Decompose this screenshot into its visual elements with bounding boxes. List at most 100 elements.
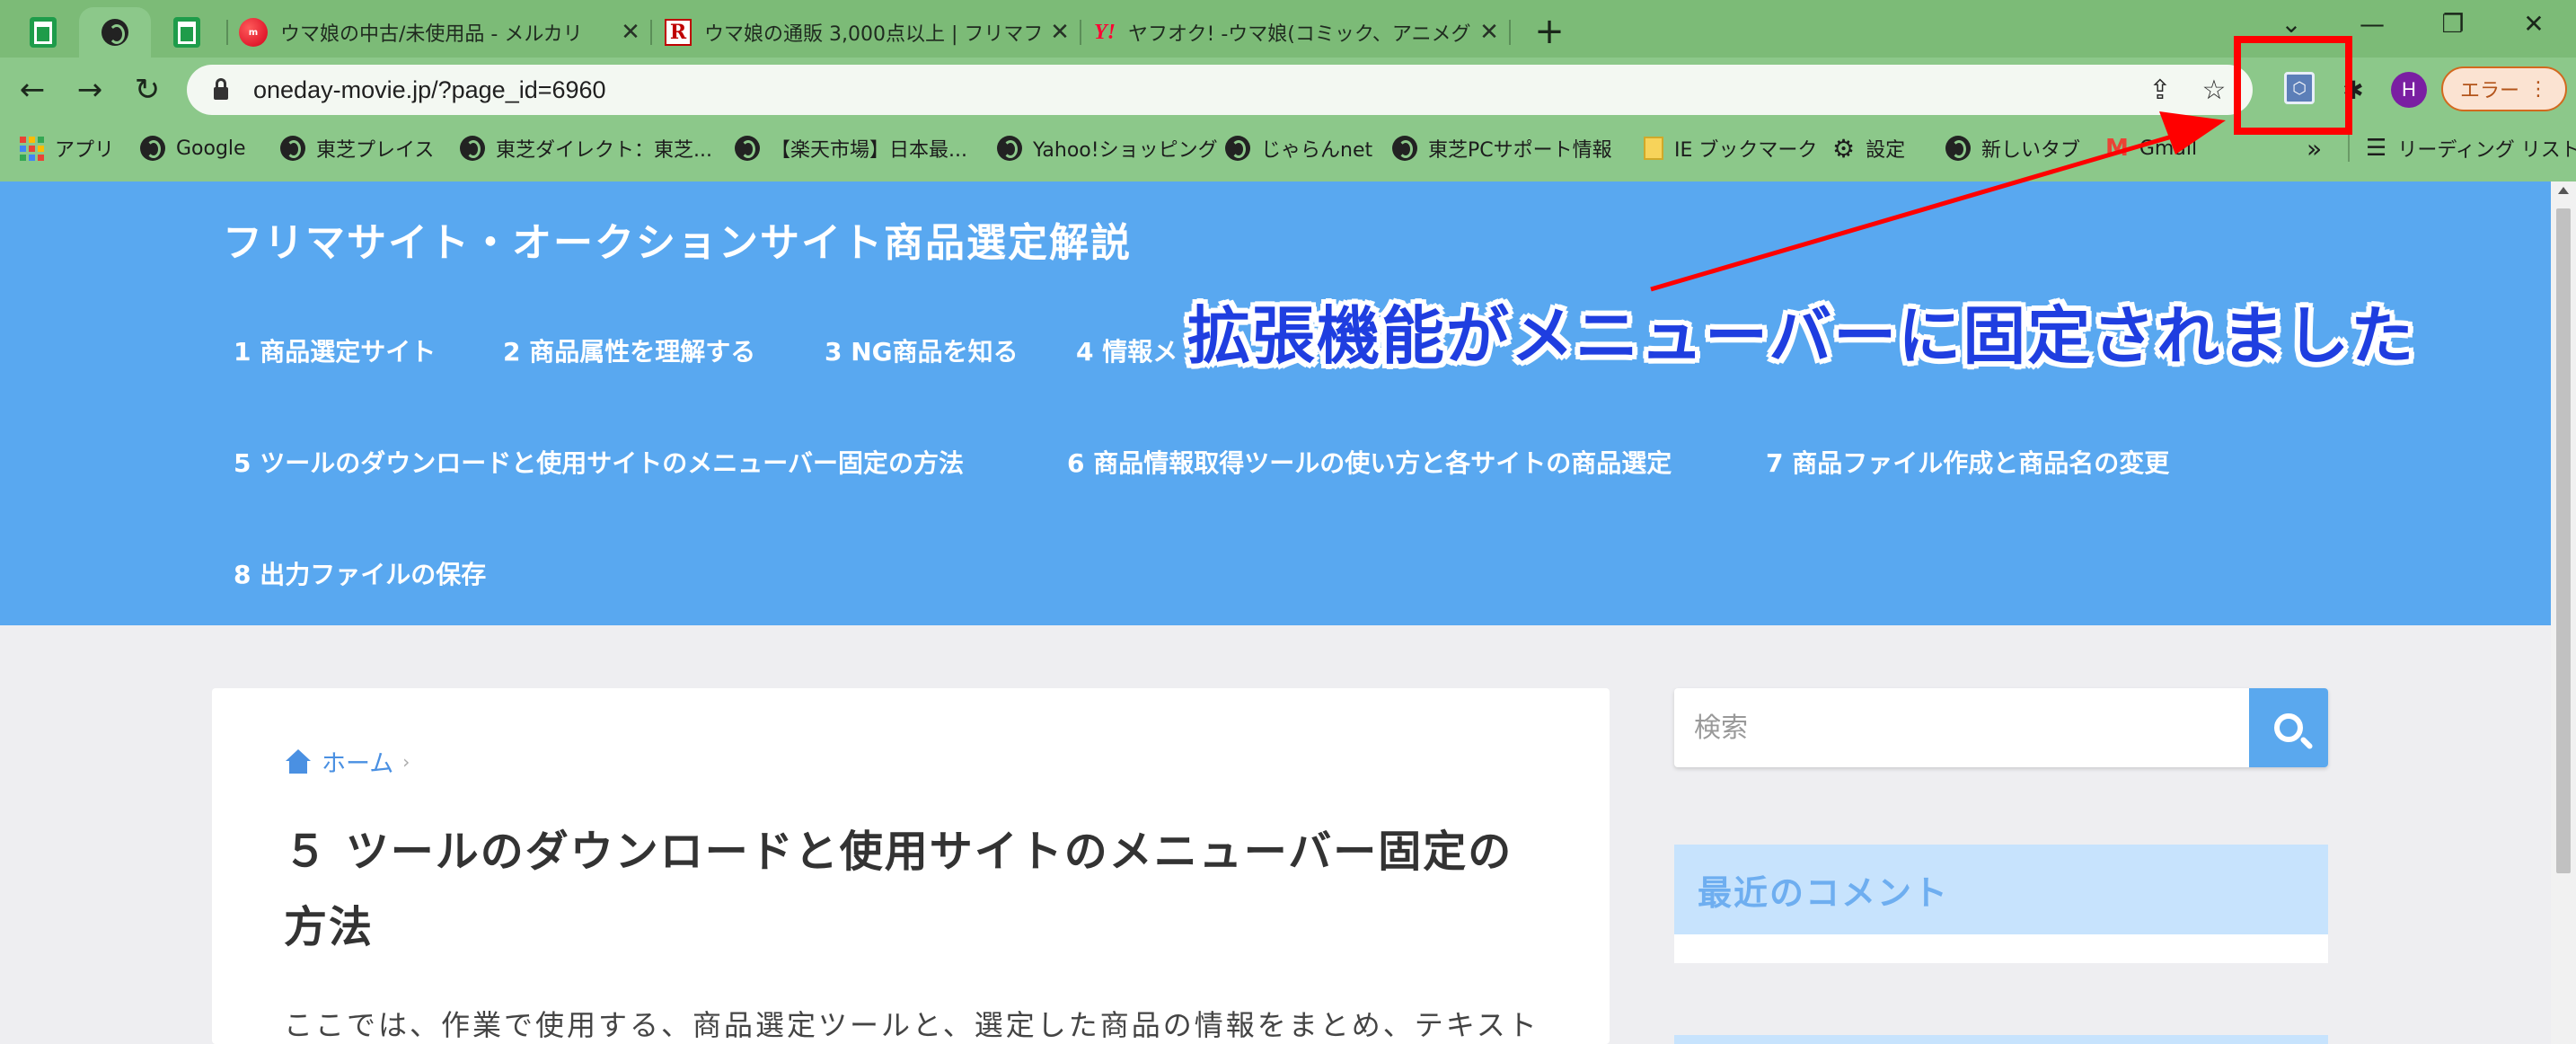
forward-button[interactable]: → — [66, 66, 113, 113]
bookmark-ie-folder[interactable]: IE ブックマーク — [1644, 122, 1817, 174]
bookmark-rakuten[interactable]: 【楽天市場】日本最... — [735, 122, 967, 174]
close-icon[interactable]: ✕ — [613, 19, 648, 46]
globe-icon — [460, 136, 485, 161]
bookmark-label: Google — [176, 137, 246, 160]
menu-item-8[interactable]: 8 出力ファイルの保存 — [234, 555, 486, 591]
menu-item-5[interactable]: 5 ツールのダウンロードと使用サイトのメニューバー固定の方法 — [234, 444, 964, 480]
bookmark-label: 東芝ダイレクト：東芝... — [496, 139, 712, 162]
bookmark-toshiba-place[interactable]: 東芝プレイス — [280, 122, 434, 174]
address-bar[interactable]: oneday-movie.jp/?page_id=6960 ⇪ ☆ — [187, 65, 2253, 115]
highlight-box — [2234, 36, 2352, 135]
error-button[interactable]: エラー ⋮ — [2441, 66, 2567, 111]
search-button[interactable] — [2249, 688, 2328, 767]
page-title: ５ ツールのダウンロードと使用サイトのメニューバー固定の方法 — [284, 827, 1513, 952]
tab-separator — [1509, 20, 1511, 45]
scrollbar-thumb[interactable] — [2556, 208, 2571, 873]
bookmark-label: 東芝PCサポート情報 — [1428, 139, 1612, 162]
breadcrumb-home-link[interactable]: ホーム — [322, 744, 393, 779]
profile-avatar[interactable]: H — [2391, 72, 2427, 108]
site-title[interactable]: フリマサイト・オークションサイト商品選定解説 — [223, 210, 1132, 268]
tab-rakuten[interactable]: R ウマ娘の通販 3,000点以上 | フリマフ ✕ — [665, 7, 1078, 58]
gear-icon: ⚙ — [1832, 133, 1856, 164]
globe-icon — [140, 136, 165, 161]
globe-icon — [1945, 136, 1971, 161]
bookmark-label: 東芝プレイス — [316, 139, 435, 162]
article-card: ホーム › ５ ツールのダウンロードと使用サイトのメニューバー固定の方法 ここで… — [212, 688, 1610, 1044]
globe-icon — [997, 136, 1022, 161]
tab-title: ヤフオク! -ウマ娘(コミック、アニメグッズ — [1128, 23, 1471, 46]
reload-button[interactable]: ↻ — [124, 66, 171, 113]
widget-title: 最近のコメント — [1674, 845, 2328, 934]
share-icon[interactable]: ⇪ — [2138, 65, 2183, 115]
bookmarks-bar: アプリ Google 東芝プレイス 東芝ダイレクト：東芝... 【楽天市場】日本… — [0, 122, 2576, 174]
search-input[interactable] — [1674, 688, 2249, 767]
bookmark-google[interactable]: Google — [140, 122, 246, 174]
home-icon[interactable] — [284, 748, 313, 774]
close-icon[interactable]: ✕ — [1042, 19, 1078, 46]
bookmark-label: 【楽天市場】日本最... — [771, 139, 967, 162]
new-tab-button[interactable]: + — [1527, 9, 1572, 54]
menu-item-1[interactable]: 1 商品選定サイト — [234, 332, 436, 368]
error-label: エラー — [2459, 80, 2519, 102]
reading-list-button[interactable]: ☰ リーディング リスト — [2366, 122, 2576, 174]
gmail-icon: M — [2105, 135, 2129, 162]
tab-separator — [226, 20, 228, 45]
menu-item-6[interactable]: 6 商品情報取得ツールの使い方と各サイトの商品選定 — [1067, 444, 1672, 480]
bookmark-gmail[interactable]: M Gmail — [2105, 122, 2197, 174]
browser-chrome: m ウマ娘の中古/未使用品 - メルカリ ✕ R ウマ娘の通販 3,000点以上… — [0, 0, 2576, 181]
apps-icon — [20, 136, 44, 161]
kebab-menu-icon: ⋮ — [2528, 77, 2548, 101]
scroll-up-arrow-icon[interactable] — [2558, 187, 2569, 194]
back-button[interactable]: ← — [9, 66, 56, 113]
browser-toolbar: ← → ↻ oneday-movie.jp/?page_id=6960 ⇪ ☆ … — [0, 58, 2576, 122]
bookmark-jalan[interactable]: じゃらんnet — [1225, 122, 1372, 174]
globe-icon — [1225, 136, 1250, 161]
yahoo-icon: Y! — [1094, 20, 1116, 44]
annotation-callout: 拡張機能がメニューバーに固定されました — [1187, 299, 2416, 373]
search-widget — [1674, 688, 2328, 767]
menu-item-4[interactable]: 4 情報メ — [1076, 332, 1178, 368]
tab-title: ウマ娘の中古/未使用品 - メルカリ — [280, 23, 583, 46]
restore-button[interactable]: ❐ — [2413, 0, 2493, 47]
menu-item-3[interactable]: 3 NG商品を知る — [825, 332, 1019, 368]
reading-list-icon: ☰ — [2366, 135, 2387, 162]
page-scrollbar[interactable] — [2551, 181, 2576, 1044]
folder-icon — [1644, 137, 1663, 160]
tab-mercari[interactable]: m ウマ娘の中古/未使用品 - メルカリ ✕ — [235, 7, 648, 58]
article-intro-text: ここでは、作業で使用する、商品選定ツールと、選定した商品の情報をまとめ、テキスト — [284, 1008, 1539, 1042]
bookmark-label: 新しいタブ — [1981, 139, 2081, 162]
tab-yahoo-auctions[interactable]: Y! ヤフオク! -ウマ娘(コミック、アニメグッズ ✕ — [1094, 7, 1507, 58]
globe-icon — [101, 19, 128, 46]
bookmark-toshiba-direct[interactable]: 東芝ダイレクト：東芝... — [460, 122, 712, 174]
bookmark-label: 設定 — [1866, 139, 1906, 162]
bookmark-toshiba-support[interactable]: 東芝PCサポート情報 — [1392, 122, 1612, 174]
menu-item-7[interactable]: 7 商品ファイル作成と商品名の変更 — [1766, 444, 2169, 480]
close-icon[interactable]: ✕ — [1471, 19, 1507, 46]
bookmark-settings[interactable]: ⚙ 設定 — [1832, 122, 1905, 174]
reading-list-label: リーディング リスト — [2397, 139, 2576, 162]
bookmark-new-tab[interactable]: 新しいタブ — [1945, 122, 2080, 174]
tab-separator — [650, 20, 652, 45]
next-widget-header — [1674, 1035, 2328, 1044]
close-window-button[interactable]: ✕ — [2493, 0, 2574, 47]
bookmarks-separator — [2348, 135, 2350, 162]
tab-title: ウマ娘の通販 3,000点以上 | フリマフ — [704, 23, 1042, 46]
bookmark-yahoo-shopping[interactable]: Yahoo!ショッピング — [997, 122, 1218, 174]
bookmark-label: Gmail — [2139, 137, 2198, 160]
rakuten-icon: R — [665, 19, 692, 46]
globe-icon — [280, 136, 305, 161]
bookmark-star-icon[interactable]: ☆ — [2192, 65, 2236, 115]
bookmark-label: アプリ — [55, 139, 115, 162]
tab-separator — [1080, 20, 1081, 45]
site-header: フリマサイト・オークションサイト商品選定解説 1 商品選定サイト 2 商品属性を… — [0, 181, 2551, 625]
breadcrumb: ホーム › — [284, 744, 410, 779]
bookmark-apps[interactable]: アプリ — [20, 122, 114, 174]
menu-item-2[interactable]: 2 商品属性を理解する — [503, 332, 755, 368]
bookmark-label: IE ブックマーク — [1674, 139, 1818, 162]
lock-icon[interactable] — [214, 78, 228, 100]
tab-pinned-sheets-2[interactable] — [151, 7, 223, 58]
tab-pinned-active[interactable] — [79, 7, 151, 58]
tab-pinned-sheets-1[interactable] — [7, 7, 79, 58]
url-text[interactable]: oneday-movie.jp/?page_id=6960 — [253, 76, 606, 104]
globe-icon — [1392, 136, 1417, 161]
